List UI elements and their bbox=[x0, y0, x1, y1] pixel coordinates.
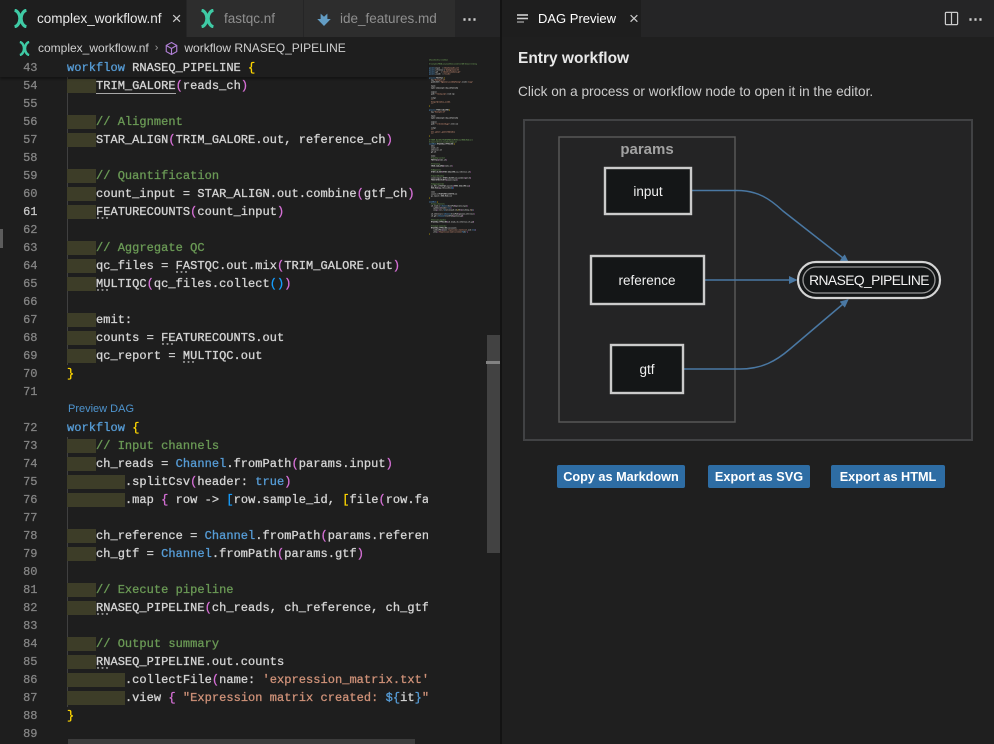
svg-text:params: params bbox=[620, 141, 673, 158]
svg-text:RNASEQ_PIPELINE: RNASEQ_PIPELINE bbox=[809, 273, 929, 288]
svg-text:input: input bbox=[633, 184, 663, 199]
svg-text:reference: reference bbox=[618, 273, 675, 288]
svg-text:gtf: gtf bbox=[639, 362, 654, 377]
